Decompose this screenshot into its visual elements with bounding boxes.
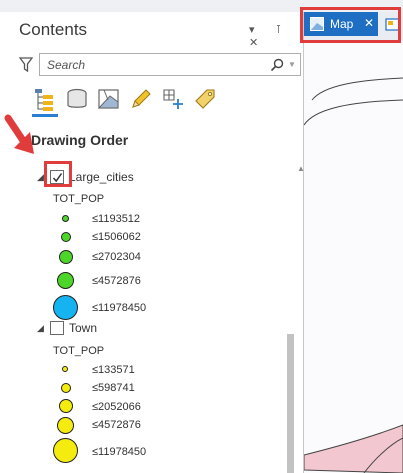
layer-name: Town xyxy=(69,321,98,335)
layer-visibility-checkbox[interactable] xyxy=(50,321,64,335)
map-boundaries xyxy=(303,77,403,473)
legend-class-label: ≤4572876 xyxy=(92,275,141,287)
symbology-field-label: TOT_POP xyxy=(53,193,105,205)
layer-row-town[interactable]: ◢ Town xyxy=(37,319,277,339)
contents-toolbar xyxy=(30,86,230,117)
legend-symbol xyxy=(59,250,73,264)
filter-icon[interactable] xyxy=(19,57,33,73)
collapse-arrow-icon[interactable]: ◢ xyxy=(37,172,44,183)
search-placeholder: Search xyxy=(47,58,86,72)
pane-title: Contents xyxy=(19,20,88,39)
pencil-icon[interactable] xyxy=(128,86,154,112)
legend-symbol xyxy=(57,417,74,434)
legend-symbol xyxy=(62,366,68,372)
legend-class-label: ≤11978450 xyxy=(92,302,147,314)
scrollbar-track[interactable] xyxy=(295,174,303,473)
drawing-order-heading: Drawing Order xyxy=(31,132,129,148)
legend-symbol xyxy=(57,272,74,289)
legend-class-label: ≤133571 xyxy=(92,364,135,376)
checkbox-highlight xyxy=(44,161,72,187)
map-canvas[interactable] xyxy=(303,40,403,473)
legend-class: ≤11978450 xyxy=(47,437,247,463)
pane-controls[interactable]: ▾ ⊺ ✕ xyxy=(249,23,303,49)
legend-symbol xyxy=(59,399,73,413)
legend-class: ≤11978450 xyxy=(47,295,247,321)
legend-symbol xyxy=(53,438,78,463)
legend-class-label: ≤2052066 xyxy=(92,401,141,413)
chevron-down-icon[interactable]: ▼ xyxy=(288,60,296,69)
search-icon[interactable] xyxy=(270,58,284,72)
app-window: Contents ▾ ⊺ ✕ Search ▼ Drawing Order ◢ … xyxy=(0,0,403,473)
legend-class-label: ≤1506062 xyxy=(92,231,141,243)
data-source-icon[interactable] xyxy=(64,86,90,112)
symbology-field-label: TOT_POP xyxy=(53,345,105,357)
legend-class-label: ≤4572876 xyxy=(92,419,141,431)
legend-symbol xyxy=(62,215,69,222)
labeling-icon[interactable] xyxy=(192,86,218,112)
layer-row-large-cities[interactable]: ◢ Large_cities xyxy=(37,168,277,188)
drawing-order-icon[interactable] xyxy=(32,86,58,112)
legend-class-label: ≤2702304 xyxy=(92,251,141,263)
layer-name: Large_cities xyxy=(69,170,134,184)
selection-icon[interactable] xyxy=(96,86,122,112)
legend-class-label: ≤1193512 xyxy=(92,213,141,225)
legend-symbol xyxy=(61,232,71,242)
legend-symbol xyxy=(61,383,71,393)
scrollbar-thumb[interactable] xyxy=(287,334,294,473)
search-input[interactable]: Search ▼ xyxy=(39,53,301,76)
snapping-icon[interactable] xyxy=(160,86,186,112)
legend-class-label: ≤598741 xyxy=(92,382,135,394)
legend-class-label: ≤11978450 xyxy=(92,446,147,458)
collapse-arrow-icon[interactable]: ◢ xyxy=(37,323,44,334)
map-tab-highlight xyxy=(300,7,401,43)
contents-pane: Contents ▾ ⊺ ✕ Search ▼ Drawing Order ◢ … xyxy=(9,12,305,473)
legend-symbol xyxy=(53,295,78,320)
red-arrow-icon xyxy=(4,114,34,154)
